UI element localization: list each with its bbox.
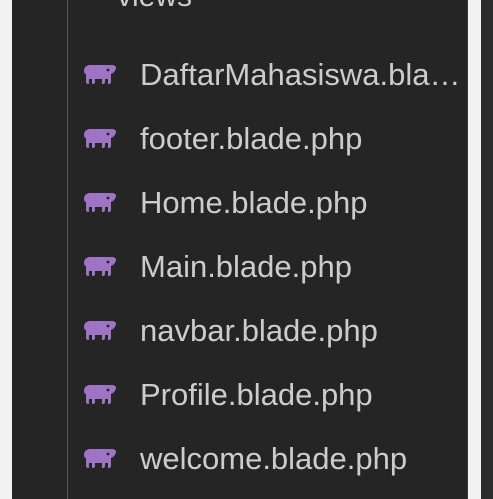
file-item[interactable]: Home.blade.php [12, 172, 467, 236]
file-label: welcome.blade.php [140, 441, 408, 476]
file-item[interactable]: footer.blade.php [12, 108, 467, 172]
php-elephant-icon [84, 321, 116, 340]
php-elephant-icon [84, 257, 116, 276]
file-label: DaftarMahasiswa.blade.php [140, 57, 465, 92]
file-item[interactable]: Main.blade.php [12, 236, 467, 300]
folder-row-views[interactable]: views [12, 0, 467, 16]
php-elephant-icon [84, 449, 116, 468]
chevron-down-icon[interactable] [74, 0, 90, 3]
php-elephant-icon [84, 129, 116, 148]
vertical-scrollbar[interactable] [467, 0, 493, 499]
php-elephant-icon [84, 65, 116, 84]
file-item[interactable]: welcome.blade.php [12, 428, 467, 492]
file-label: Profile.blade.php [140, 377, 373, 412]
file-list: DaftarMahasiswa.blade.php footer.blade.p… [12, 44, 467, 492]
file-label: Home.blade.php [140, 185, 368, 220]
file-label: navbar.blade.php [140, 313, 378, 348]
folder-label: views [117, 0, 192, 14]
file-item[interactable]: navbar.blade.php [12, 300, 467, 364]
php-elephant-icon [84, 385, 116, 404]
php-elephant-icon [84, 193, 116, 212]
file-item[interactable]: Profile.blade.php [12, 364, 467, 428]
screen: views DaftarMahasiswa.blade.php footer.b… [0, 0, 493, 499]
file-label: footer.blade.php [140, 121, 363, 156]
scrollbar-edge [467, 0, 468, 499]
file-explorer-panel: views DaftarMahasiswa.blade.php footer.b… [12, 0, 467, 499]
file-label: Main.blade.php [140, 249, 352, 284]
scrollbar-shade [481, 0, 493, 499]
file-item[interactable]: DaftarMahasiswa.blade.php [12, 44, 467, 108]
